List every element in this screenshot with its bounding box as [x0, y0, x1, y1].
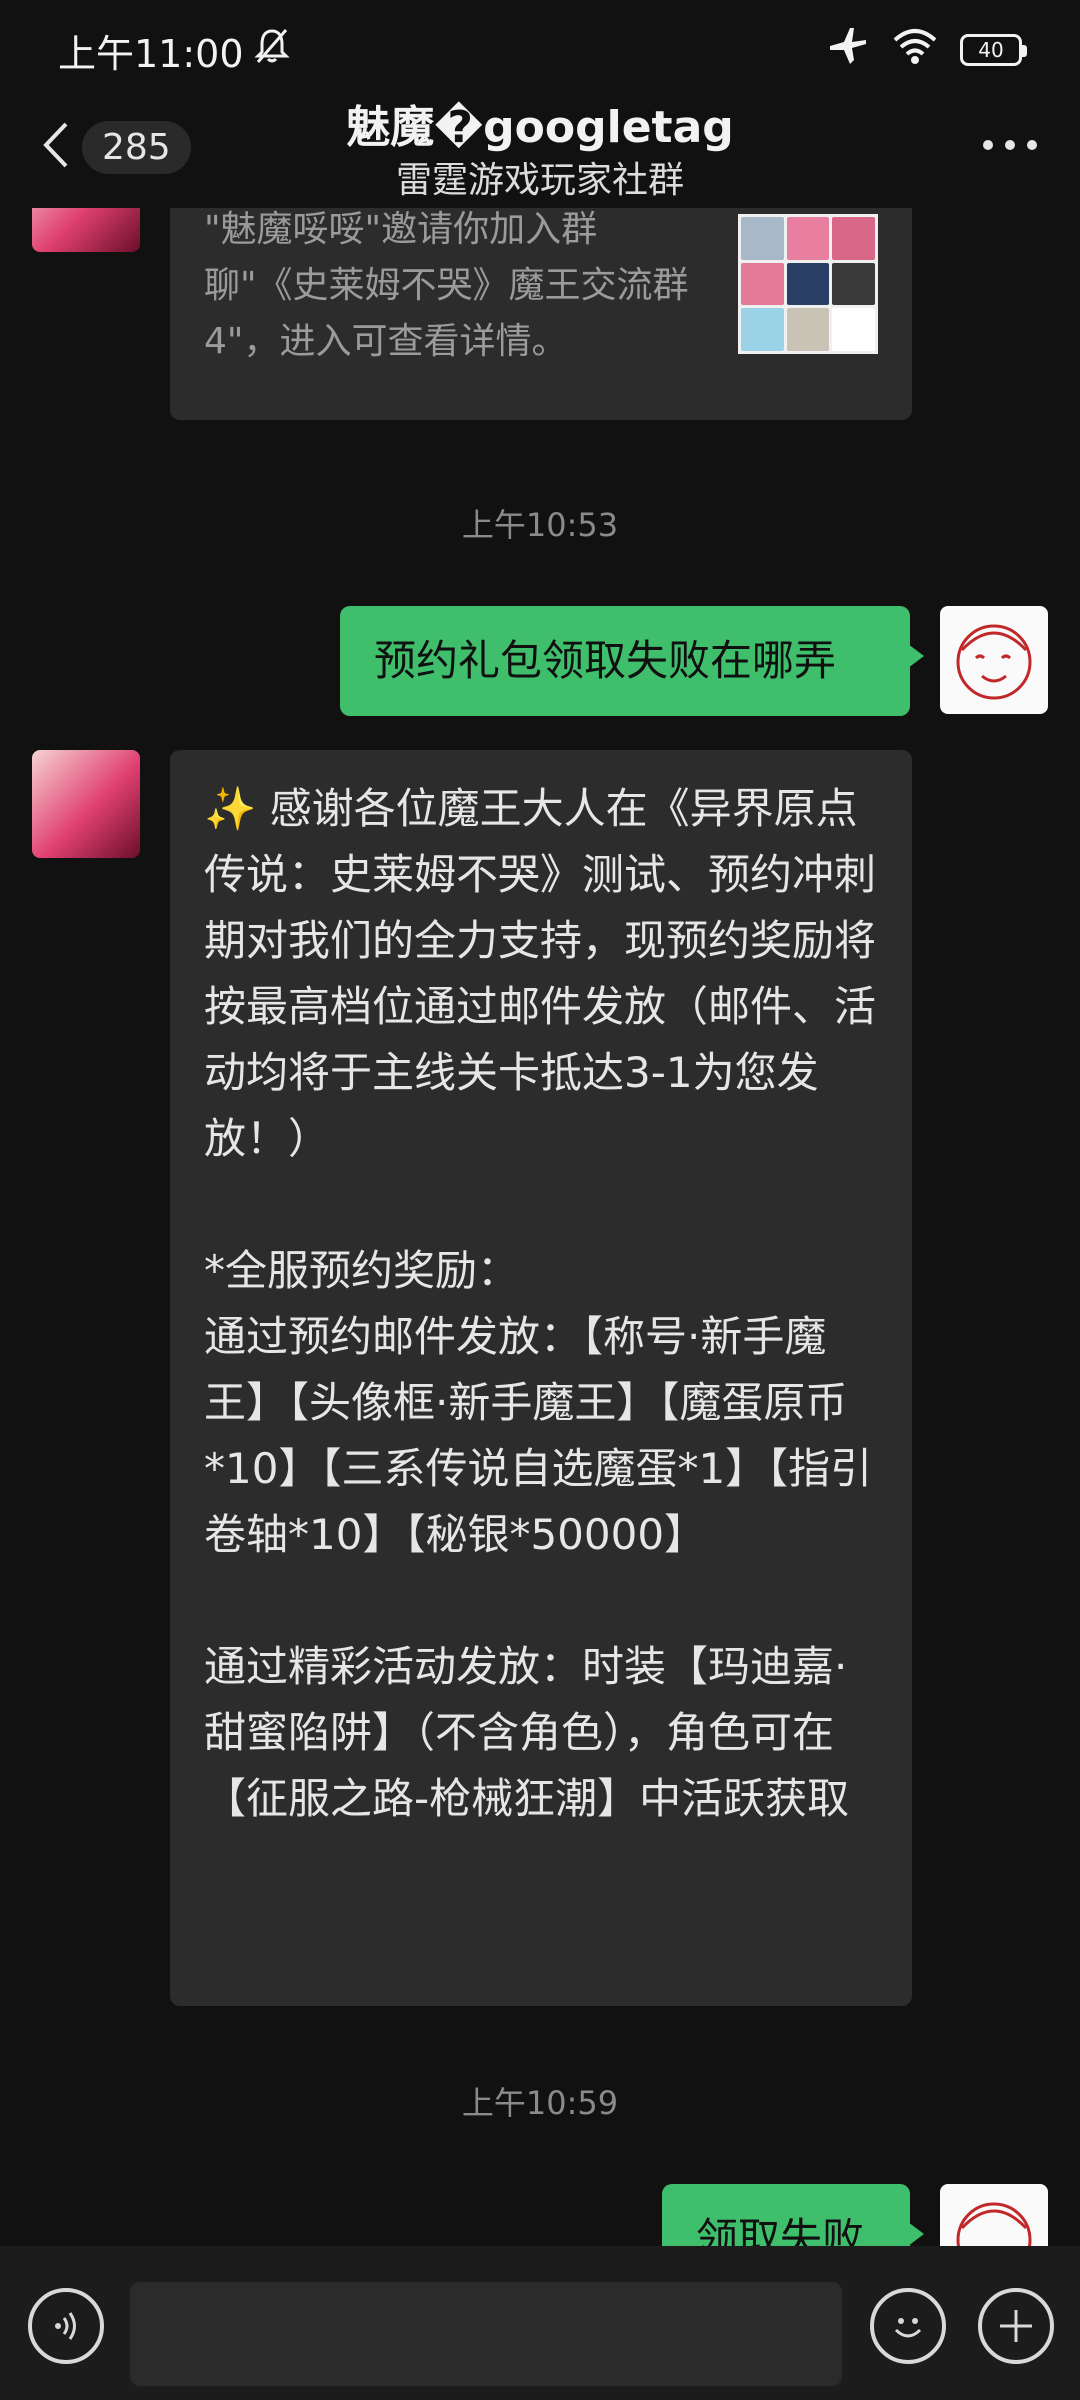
- chat-header: 285 魅魔�googletag 雷霆游戏玩家社群: [0, 100, 1080, 208]
- message-input[interactable]: [130, 2282, 842, 2386]
- group-member-avatar: [786, 308, 830, 351]
- group-member-avatar: [741, 262, 784, 306]
- time-separator: 上午10:53: [461, 506, 619, 544]
- bell-muted-icon: [252, 26, 292, 75]
- wifi-icon: [892, 26, 938, 75]
- group-avatar-grid: [738, 214, 878, 354]
- bot-avatar[interactable]: [32, 208, 140, 252]
- add-button[interactable]: [978, 2288, 1054, 2364]
- emoji-icon: [894, 2318, 922, 2338]
- emoji-button[interactable]: [870, 2288, 946, 2364]
- plus-icon: [1000, 2310, 1032, 2342]
- voice-button[interactable]: [28, 2288, 104, 2364]
- status-time: 上午11:00: [58, 31, 244, 76]
- battery-icon: 40: [960, 34, 1027, 66]
- invite-card[interactable]: "魅魔哸哸"邀请你加入群聊"《史莱姆不哭》魔王交流群4"，进入可查看详情。: [170, 208, 912, 420]
- airplane-icon: [826, 24, 870, 77]
- more-button[interactable]: [980, 130, 1040, 164]
- user-message-bubble[interactable]: 预约礼包领取失败在哪弄: [340, 606, 924, 716]
- title-wrap: 魅魔�googletag 雷霆游戏玩家社群: [0, 100, 1080, 206]
- group-member-avatar: [832, 217, 875, 260]
- status-bar: 上午11:00 40: [0, 0, 1080, 100]
- message-text: ✨ 感谢各位魔王大人在《异界原点传说：史莱姆不哭》测试、预约冲刺期对我们的全力支…: [204, 784, 877, 1823]
- group-member-avatar: [741, 217, 784, 260]
- chat-subtitle: 雷霆游戏玩家社群: [395, 160, 684, 201]
- group-member-avatar: [786, 217, 830, 260]
- battery-level: 40: [978, 38, 1004, 62]
- user-avatar[interactable]: [940, 606, 1048, 714]
- group-member-avatar: [832, 308, 875, 351]
- message-text: 预约礼包领取失败在哪弄: [374, 636, 837, 685]
- voice-icon: [55, 2312, 76, 2340]
- input-bar: [0, 2246, 1080, 2400]
- group-member-avatar: [741, 308, 784, 351]
- message-text: 领取失败: [696, 2214, 865, 2246]
- chat-area[interactable]: "魅魔哸哸"邀请你加入群聊"《史莱姆不哭》魔王交流群4"，进入可查看详情。 上午…: [0, 208, 1080, 2246]
- group-member-avatar: [832, 262, 875, 306]
- group-member-avatar: [786, 262, 830, 306]
- bot-message-bubble[interactable]: ✨ 感谢各位魔王大人在《异界原点传说：史莱姆不哭》测试、预约冲刺期对我们的全力支…: [170, 750, 912, 2006]
- invite-text: "魅魔哸哸"邀请你加入群聊"《史莱姆不哭》魔王交流群4"，进入可查看详情。: [204, 209, 689, 362]
- doodle-face-icon: [956, 624, 1032, 700]
- more-dots-icon: [983, 140, 1037, 150]
- user-message-bubble[interactable]: 领取失败: [662, 2184, 924, 2246]
- time-separator: 上午10:59: [461, 2084, 619, 2122]
- status-right: 40: [826, 24, 1027, 77]
- chat-title: 魅魔�googletag: [346, 102, 734, 153]
- doodle-face-icon: [956, 2202, 1032, 2246]
- bot-avatar[interactable]: [32, 750, 140, 858]
- user-avatar[interactable]: [940, 2184, 1048, 2246]
- status-left: 上午11:00: [58, 23, 292, 78]
